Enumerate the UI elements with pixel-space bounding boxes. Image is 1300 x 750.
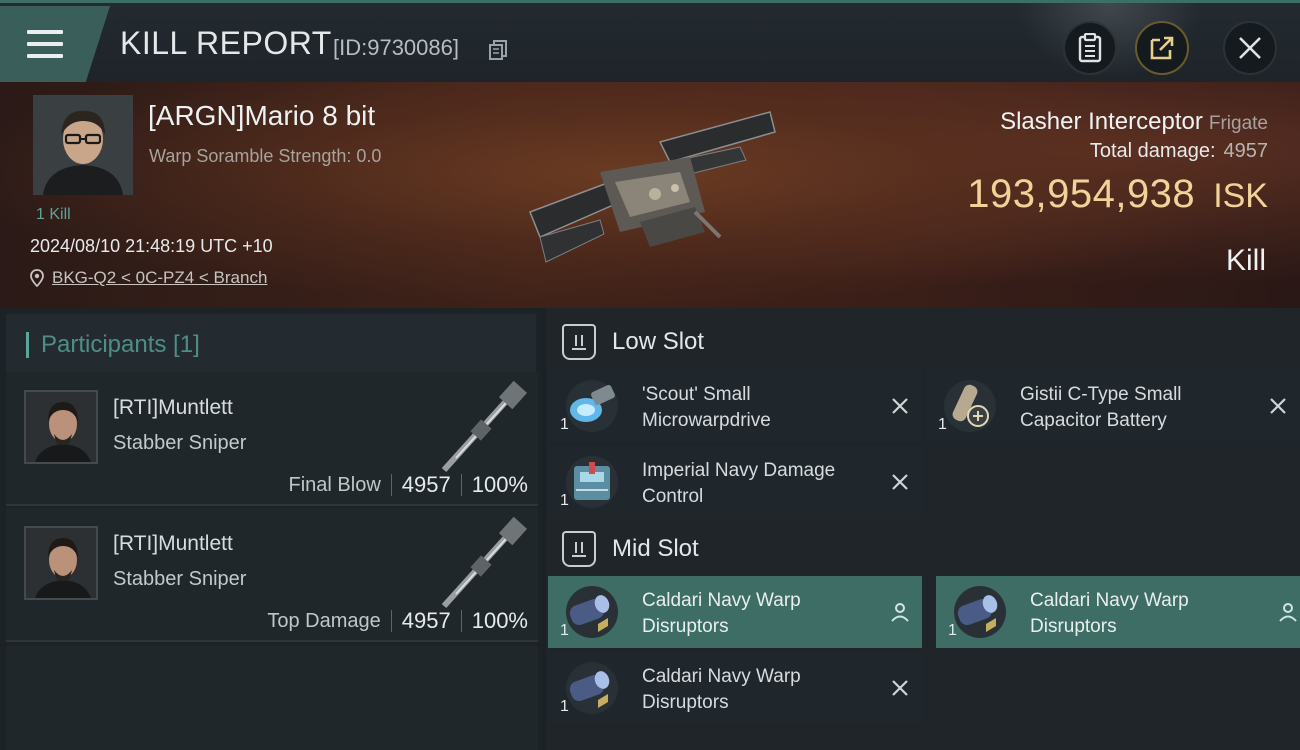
copy-icon[interactable] <box>488 39 510 61</box>
pilot-portrait-icon <box>26 392 96 462</box>
close-icon <box>1239 37 1261 59</box>
fitting-module[interactable]: 1 Caldari Navy Warp Disruptors <box>936 576 1300 648</box>
close-button[interactable] <box>1223 21 1277 75</box>
low-slot-icon <box>562 324 596 360</box>
microwarpdrive-icon <box>566 380 618 432</box>
mid-slot-icon <box>562 531 596 567</box>
total-damage-label: Total damage: <box>1089 140 1216 162</box>
fitting-module[interactable]: 1 Gistii C-Type Small Capacitor Battery <box>926 370 1300 442</box>
dropped-person-icon <box>891 603 909 622</box>
participant-ship: Stabber Sniper <box>113 568 247 590</box>
hamburger-menu-icon <box>27 30 63 60</box>
fitting-panel: Low Slot 1 'Scout' Small Microwarpdrive … <box>546 308 1300 750</box>
isk-value: 193,954,938 <box>967 172 1196 216</box>
victim-avatar[interactable] <box>33 95 133 195</box>
location-link[interactable]: BKG-Q2 < 0C-PZ4 < Branch <box>52 268 267 288</box>
participant-percent: 100% <box>471 472 528 497</box>
participants-panel: Participants [1] [RTI]Muntlett Stabber S… <box>0 308 542 750</box>
module-name: Caldari Navy Warp Disruptors <box>642 590 801 637</box>
participants-title: Participants [1] <box>26 331 200 359</box>
module-quantity: 1 <box>938 416 947 433</box>
clipboard-icon <box>1078 33 1102 63</box>
participant-label: Top Damage <box>267 609 381 632</box>
participant-percent: 100% <box>471 608 528 633</box>
menu-button[interactable] <box>0 6 110 82</box>
fitting-module[interactable]: 1 Caldari Navy Warp Disruptors <box>548 652 922 724</box>
module-name: Caldari Navy Warp Disruptors <box>642 666 801 713</box>
participant-name[interactable]: [RTI]Muntlett <box>113 532 233 556</box>
participant-damage: 4957 <box>401 608 451 633</box>
participant-avatar[interactable] <box>24 390 98 464</box>
participant-stats: Top Damage 4957 100% <box>267 608 528 634</box>
total-damage-value: 4957 <box>1223 140 1269 162</box>
warp-disruptor-icon <box>954 586 1006 638</box>
damage-control-icon <box>566 456 618 508</box>
warp-scramble-strength: Warp Soramble Strength: 0.0 <box>149 146 382 166</box>
victim-name[interactable]: [ARGN]Mario 8 bit <box>148 100 375 132</box>
module-quantity: 1 <box>560 492 569 509</box>
participants-empty-area <box>6 646 538 750</box>
participant-damage: 4957 <box>401 472 451 497</box>
destroyed-x-icon <box>892 680 908 696</box>
warp-disruptor-icon <box>566 586 618 638</box>
participant-name[interactable]: [RTI]Muntlett <box>113 396 233 420</box>
victim-ship[interactable]: Slasher Interceptor Frigate <box>1000 108 1268 136</box>
page-title: KILL REPORT <box>120 25 332 61</box>
kill-location[interactable]: BKG-Q2 < 0C-PZ4 < Branch <box>30 268 267 288</box>
ship-name: Slasher Interceptor <box>1000 108 1203 135</box>
destroyed-x-icon <box>892 474 908 490</box>
fitting-module[interactable]: 1 Imperial Navy Damage Control <box>548 446 922 518</box>
warp-disruptor-icon <box>566 662 618 714</box>
fitting-module[interactable]: 1 Caldari Navy Warp Disruptors <box>548 576 922 648</box>
clipboard-button[interactable] <box>1063 21 1117 75</box>
location-pin-icon <box>30 269 44 287</box>
isk-value-row: 193,954,938 ISK <box>967 172 1268 217</box>
participant-row[interactable]: [RTI]Muntlett Stabber Sniper Top Damage … <box>6 508 538 642</box>
participant-avatar[interactable] <box>24 526 98 600</box>
kill-summary-banner: [ARGN]Mario 8 bit Warp Soramble Strength… <box>0 82 1300 308</box>
participant-label: Final Blow <box>288 473 381 496</box>
kill-timestamp: 2024/08/10 21:48:19 UTC +10 <box>30 236 273 256</box>
module-name: Gistii C-Type Small Capacitor Battery <box>1020 384 1182 431</box>
module-quantity: 1 <box>560 698 569 715</box>
weapon-icon[interactable] <box>426 378 536 478</box>
module-quantity: 1 <box>560 622 569 639</box>
module-quantity: 1 <box>560 416 569 433</box>
kill-result-label: Kill <box>1225 244 1266 277</box>
report-id: [ID:9730086] <box>333 35 459 60</box>
module-quantity: 1 <box>948 622 957 639</box>
kill-count: 1 Kill <box>36 206 71 223</box>
share-button[interactable] <box>1135 21 1189 75</box>
participants-title-text: Participants [1] <box>41 331 200 358</box>
ship-render-icon <box>529 111 776 263</box>
participant-stats: Final Blow 4957 100% <box>289 472 529 498</box>
low-slot-title: Low Slot <box>612 328 705 355</box>
capacitor-battery-icon <box>944 380 996 432</box>
destroyed-x-icon <box>1270 398 1286 414</box>
ship-class: Frigate <box>1208 113 1268 134</box>
pilot-portrait-icon <box>33 95 133 195</box>
module-name: Imperial Navy Damage Control <box>642 460 836 507</box>
isk-unit: ISK <box>1213 177 1268 215</box>
dropped-person-icon <box>1279 603 1297 622</box>
total-damage: Total damage: 4957 <box>1090 140 1268 163</box>
share-export-icon <box>1150 36 1174 60</box>
pilot-portrait-icon <box>26 528 96 598</box>
module-name: Caldari Navy Warp Disruptors <box>1030 590 1189 637</box>
destroyed-x-icon <box>892 398 908 414</box>
title-bar: KILL REPORT [ID:9730086] <box>0 0 1300 85</box>
mid-slot-title: Mid Slot <box>612 535 699 562</box>
low-slot-header: Low Slot <box>546 314 1300 370</box>
participant-ship: Stabber Sniper <box>113 432 247 454</box>
mid-slot-header: Mid Slot <box>546 521 1300 577</box>
module-name: 'Scout' Small Microwarpdrive <box>642 384 771 431</box>
participants-header: Participants [1] <box>6 314 536 372</box>
fitting-module[interactable]: 1 'Scout' Small Microwarpdrive <box>548 370 922 442</box>
participant-row[interactable]: [RTI]Muntlett Stabber Sniper Final Blow … <box>6 372 538 506</box>
weapon-icon[interactable] <box>426 514 536 614</box>
